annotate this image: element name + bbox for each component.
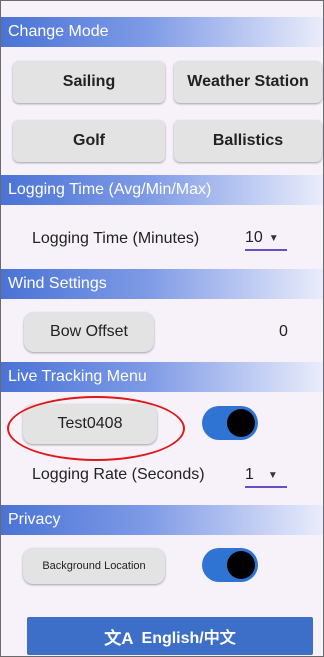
background-location-button[interactable]: Background Location bbox=[23, 548, 165, 584]
bow-offset-button[interactable]: Bow Offset bbox=[24, 312, 154, 352]
translate-icon: 文A bbox=[104, 628, 134, 648]
logging-rate-value: 1 bbox=[245, 466, 254, 483]
settings-screen: Change Mode Sailing Weather Station Golf… bbox=[0, 0, 324, 657]
bow-offset-value: 0 bbox=[279, 323, 288, 340]
language-switch-button[interactable]: 文A English/中文 bbox=[27, 617, 313, 655]
logging-rate-label: Logging Rate (Seconds) bbox=[32, 466, 205, 483]
language-switch-label: English/中文 bbox=[141, 630, 236, 647]
tracker-name-button[interactable]: Test0408 bbox=[23, 404, 157, 444]
logging-time-dropdown[interactable]: 10 ▼ bbox=[245, 229, 287, 251]
change-mode-header: Change Mode bbox=[1, 17, 323, 47]
live-tracking-toggle[interactable] bbox=[202, 406, 258, 440]
live-tracking-header: Live Tracking Menu bbox=[1, 362, 323, 392]
toggle-knob bbox=[227, 551, 255, 579]
sailing-mode-button[interactable]: Sailing bbox=[13, 61, 165, 103]
privacy-header: Privacy bbox=[1, 505, 323, 535]
wind-settings-header: Wind Settings bbox=[1, 269, 323, 299]
logging-time-value: 10 bbox=[245, 229, 263, 246]
logging-time-header: Logging Time (Avg/Min/Max) bbox=[1, 175, 323, 205]
logging-time-label: Logging Time (Minutes) bbox=[32, 230, 200, 247]
dropdown-arrow-icon: ▼ bbox=[268, 232, 279, 244]
ballistics-mode-button[interactable]: Ballistics bbox=[174, 120, 322, 162]
weather-station-mode-button[interactable]: Weather Station bbox=[174, 61, 322, 103]
toggle-knob bbox=[227, 409, 255, 437]
logging-rate-dropdown[interactable]: 1 ▼ bbox=[245, 466, 287, 488]
golf-mode-button[interactable]: Golf bbox=[13, 120, 165, 162]
background-location-toggle[interactable] bbox=[202, 548, 258, 582]
dropdown-arrow-icon: ▼ bbox=[267, 469, 278, 481]
